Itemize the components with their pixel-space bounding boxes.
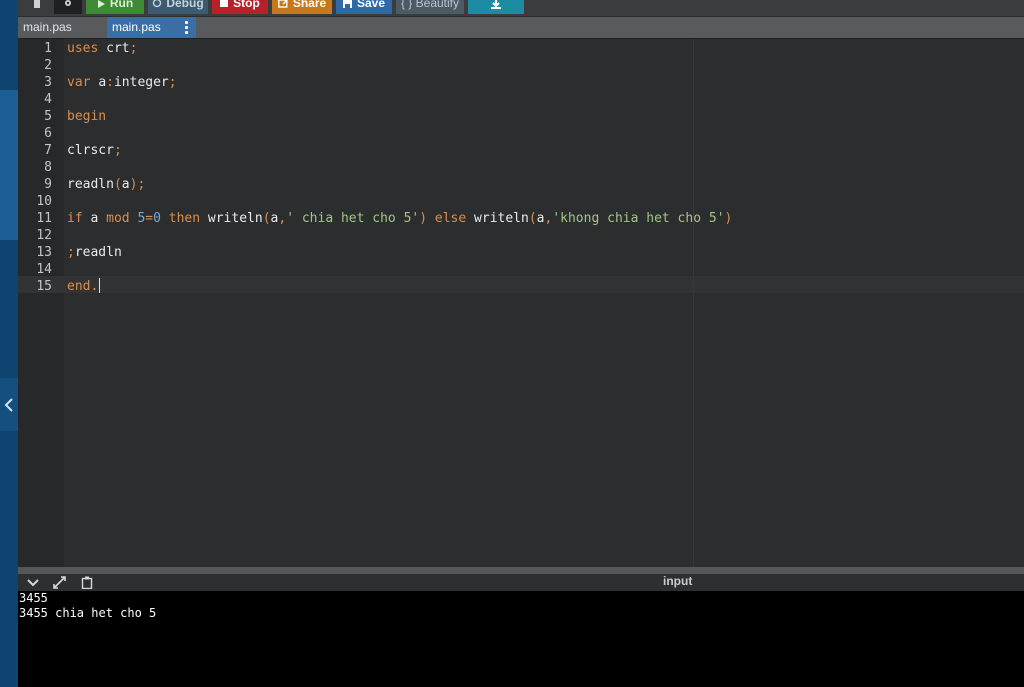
left-sidebar-strip: [0, 0, 18, 687]
download-button[interactable]: [468, 0, 524, 14]
collapse-output-button[interactable]: [25, 575, 40, 590]
settings-button[interactable]: [54, 0, 82, 14]
console-output[interactable]: 3455 3455 chia het cho 5: [18, 591, 1024, 687]
line-number: 9: [44, 177, 52, 192]
line-number: 15: [36, 279, 52, 294]
line-number: 10: [36, 194, 52, 209]
output-tab-input[interactable]: input: [663, 574, 692, 588]
line-number: 1: [44, 41, 52, 56]
expand-output-button[interactable]: [52, 575, 67, 590]
share-icon: [277, 0, 288, 8]
code-line-7[interactable]: clrscr;: [67, 142, 122, 159]
code-line-9[interactable]: readln(a);: [67, 176, 145, 193]
code-line-5[interactable]: begin: [67, 108, 106, 125]
stop-label: Stop: [233, 0, 260, 10]
gear-icon: [65, 0, 71, 6]
tab-label: main.pas: [23, 20, 72, 34]
code-line-11[interactable]: if a mod 5=0 then writeln(a,' chia het c…: [67, 210, 732, 227]
line-number: 14: [36, 262, 52, 277]
panel-splitter[interactable]: [18, 567, 1024, 574]
expand-icon: [53, 576, 66, 589]
stop-button[interactable]: Stop: [212, 0, 268, 14]
chevron-down-icon: [26, 579, 39, 587]
console-line: 3455: [19, 591, 48, 605]
debug-label: Debug: [166, 0, 204, 10]
output-panel-header: input: [18, 574, 1024, 591]
download-icon: [491, 0, 501, 9]
line-number: 2: [44, 58, 52, 73]
tab-label: main.pas: [112, 20, 161, 34]
line-number: 13: [36, 245, 52, 260]
code-line-15[interactable]: end.: [67, 278, 101, 295]
play-icon: [97, 0, 105, 8]
console-line: 3455 chia het cho 5: [19, 606, 157, 620]
line-number: 5: [44, 109, 52, 124]
share-button[interactable]: Share: [272, 0, 332, 14]
toolbar: Run Debug Stop Share Save { } Beautify: [18, 0, 1024, 16]
code-line-13[interactable]: ;readln: [67, 244, 122, 261]
debug-button[interactable]: Debug: [148, 0, 208, 14]
floppy-disk-icon: [342, 0, 352, 8]
power-icon: [153, 0, 162, 8]
line-number: 4: [44, 92, 52, 107]
tab-main-pas-active[interactable]: main.pas: [107, 17, 196, 38]
beautify-label: { } Beautify: [400, 0, 460, 10]
code-line-1[interactable]: uses crt;: [67, 40, 137, 57]
line-number: 12: [36, 228, 52, 243]
print-margin: [693, 39, 694, 567]
stop-icon: [220, 0, 229, 7]
line-number: 8: [44, 160, 52, 175]
run-label: Run: [109, 0, 134, 10]
chevron-left-icon: [4, 397, 13, 412]
share-label: Share: [292, 0, 327, 10]
text-cursor: [99, 278, 101, 293]
copy-output-button[interactable]: [79, 575, 94, 590]
new-file-button[interactable]: [26, 0, 48, 14]
file-icon: [34, 0, 40, 8]
line-number: 7: [44, 143, 52, 158]
line-number: 6: [44, 126, 52, 141]
save-button[interactable]: Save: [336, 0, 392, 14]
clipboard-icon: [81, 576, 92, 589]
beautify-button[interactable]: { } Beautify: [396, 0, 464, 14]
sidebar-toggle-button[interactable]: [0, 378, 18, 431]
sidebar-highlight: [0, 90, 18, 240]
code-line-3[interactable]: var a:integer;: [67, 74, 177, 91]
line-number: 3: [44, 75, 52, 90]
tab-menu-icon[interactable]: [180, 17, 192, 38]
code-editor[interactable]: 1 2 3 4 5 6 7 8 9 10 11 12 13 14 15 uses…: [18, 39, 1024, 567]
run-button[interactable]: Run: [86, 0, 144, 14]
active-line-highlight: [18, 276, 1024, 293]
tab-main-pas-1[interactable]: main.pas: [18, 17, 106, 38]
file-tab-bar: main.pas main.pas: [18, 17, 1024, 39]
line-number: 11: [36, 211, 52, 226]
save-label: Save: [356, 0, 386, 10]
